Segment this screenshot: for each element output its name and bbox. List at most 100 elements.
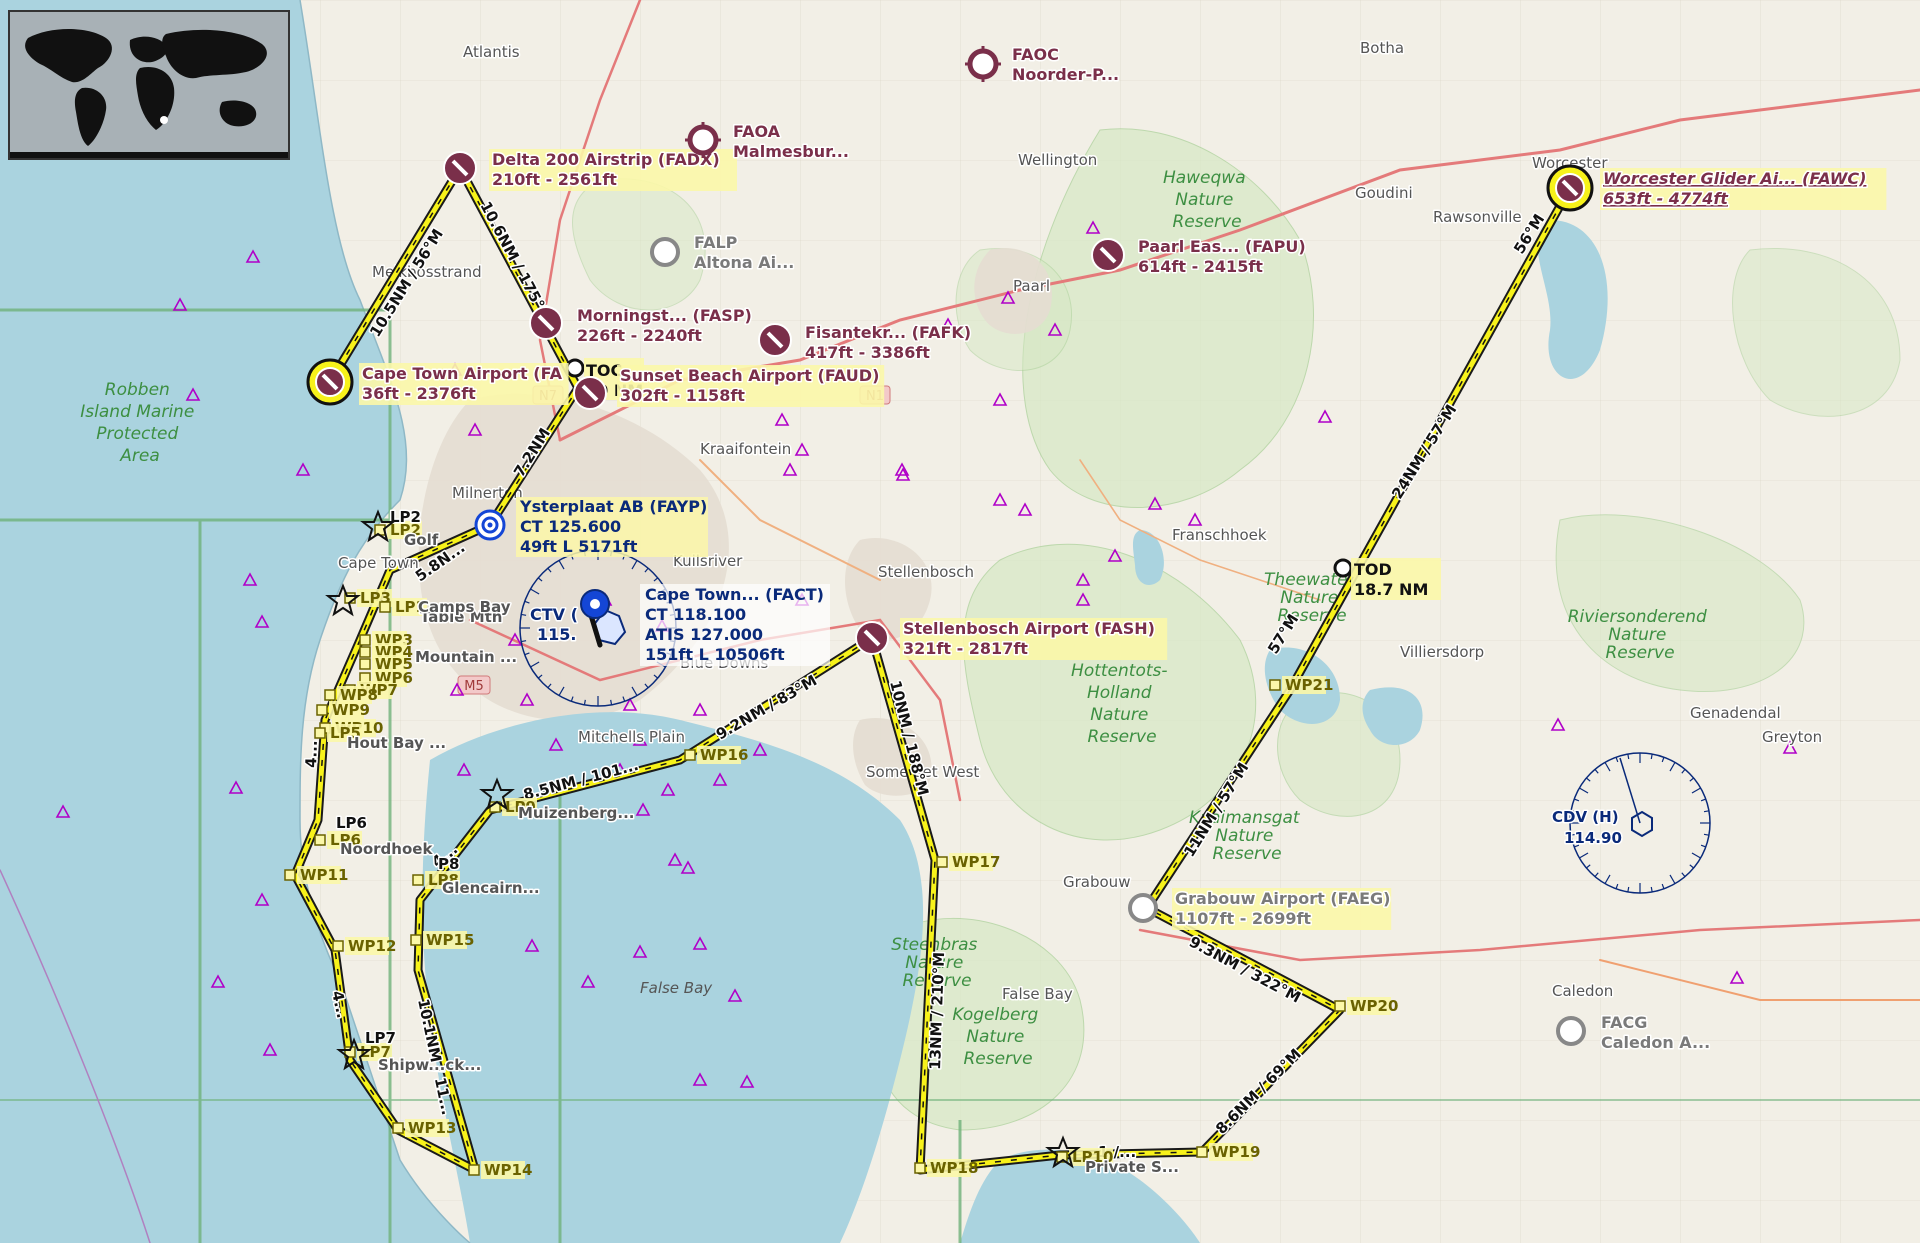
leg-label-16: 4... [302,740,321,768]
place-villiersdorp: Villiersdorp [1400,643,1484,661]
waypoint-square-icon [316,704,328,716]
airport-faud[interactable]: Sunset Beach Airport (FAUD)302ft - 1158f… [573,365,885,410]
airport-details: 1107ft - 2699ft [1175,909,1311,928]
place-shipwreck: Shipw...ck... [378,1056,481,1074]
place-caledon: Caledon [1552,982,1613,1000]
airport-name: Grabouw Airport (FAEG) [1175,889,1390,908]
place-franschhoek: Franschhoek [1172,526,1267,544]
airport-name: Sunset Beach Airport (FAUD) [620,366,879,385]
airport-details: Noorder-P... [1012,65,1119,84]
waypoint-label: WP18 [930,1159,978,1177]
waypoint-square-icon [324,689,336,701]
airport-details: 321ft - 2817ft [903,639,1028,658]
airport-name: FAOA [733,122,781,141]
place-hout-bay: Hout Bay ... [347,734,446,752]
waypoint-square-icon [410,934,422,946]
fact-runway: 151ft L 10506ft [645,645,785,664]
place-stellenbosch: Stellenbosch [878,563,974,581]
waypoint-label: WP12 [348,937,396,955]
waypoint-square-icon [284,869,296,881]
place-atlantis: Atlantis [463,43,520,61]
place-cape-town: Cape Town [338,554,419,572]
fact-atis-freq: ATIS 127.000 [645,625,763,644]
place-rawsonville: Rawsonville [1433,208,1522,226]
airport-name: Morningst... (FASP) [577,306,752,325]
airport-details: Altona Ai... [694,253,794,272]
flight-route-map[interactable]: N7 N1 M5 Atlantis Botha Wellington Goudi… [0,0,1920,1243]
ctv-label: CTV ( [530,605,578,624]
place-mountain: Mountain ... [415,648,517,666]
world-map-icon [10,12,288,158]
place-mitchells-plain: Mitchells Plain [578,728,685,746]
waypoint-square-icon [314,834,326,846]
waypoint-square-icon [359,634,371,646]
place-kraaifontein: Kraaifontein [700,440,791,458]
waypoint-label: WP16 [700,746,748,764]
place-greyton: Greyton [1762,728,1822,746]
place-noordhoek: Noordhoek [340,840,433,858]
world-overview-inset[interactable] [8,10,290,160]
airport-closed-icon [1128,893,1158,923]
airport-name: Delta 200 Airstrip (FADX) [492,150,720,169]
label-false-bay: False Bay [640,979,713,997]
airport-details: 226ft - 2240ft [577,326,702,345]
waypoint-label: WP13 [408,1119,456,1137]
airport-details: Malmesbur... [733,142,849,161]
cdv-label: CDV (H) [1552,808,1619,826]
airport-details: 210ft - 2561ft [492,170,617,189]
airport-unpaved-icon [687,124,719,156]
airport-details: 653ft - 4774ft [1603,189,1729,208]
fayp-name: Ysterplaat AB (FAYP) [519,497,707,516]
fact-ct-freq: CT 118.100 [645,605,746,624]
airport-name: Cape Town Airport (FA [362,364,563,383]
waypoint-square-icon [392,1122,404,1134]
waypoint-square-icon [332,940,344,952]
waypoint-tag: LP7 [365,1029,396,1047]
airport-closed-icon [1556,1016,1586,1046]
place-vier: False Bay [1002,985,1073,1003]
place-genadendal: Genadendal [1690,704,1781,722]
airport-fash[interactable]: Stellenbosch Airport (FASH)321ft - 2817f… [855,618,1168,660]
waypoint-square-icon [936,856,948,868]
airport-details: 36ft - 2376ft [362,384,476,403]
waypoint-label: WP9 [332,701,370,719]
airport-name: Fisantekr... (FAFK) [805,323,971,342]
fayp-freq: CT 125.600 [520,517,621,536]
place-glencairn: Glencairn... [442,879,540,897]
place-grabouw: Grabouw [1063,873,1130,891]
tod-label: TOD [1354,560,1392,579]
waypoint-tag: LP2 [390,508,421,526]
airport-name: FALP [694,233,738,252]
airport-details: Caledon A... [1601,1033,1710,1052]
place-goudini: Goudini [1355,184,1413,202]
waypoint-square-icon [359,658,371,670]
place-private-s: Private S... [1085,1158,1179,1176]
waypoint-label: WP14 [484,1161,532,1179]
waypoint-tag: P8 [438,855,459,873]
waypoint-square-icon [412,874,424,886]
place-botha: Botha [1360,39,1404,57]
airport-name: FAOC [1012,45,1059,64]
fayp-runway: 49ft L 5171ft [520,537,638,556]
airport-name: Paarl Eas... (FAPU) [1138,237,1306,256]
park-haweqwa: Haweqwa Nature Reserve [1163,168,1251,232]
airport-details: 614ft - 2415ft [1138,257,1263,276]
waypoint-tag: LP6 [336,814,367,832]
tod-distance: 18.7 NM [1354,580,1428,599]
place-camps-bay: Camps Bay [418,598,511,616]
waypoint-label: WP15 [426,931,474,949]
airport-name: Worcester Glider Ai... (FAWC) [1603,169,1866,188]
waypoint-square-icon [379,601,391,613]
place-wellington: Wellington [1018,151,1097,169]
cdv-freq: 114.90 [1564,829,1622,847]
place-muizenberg: Muizenberg... [518,804,634,822]
place-paarl: Paarl [1013,277,1050,295]
airport-closed-icon [650,237,680,267]
place-golf: Golf [404,531,439,549]
waypoint-square-icon [1196,1146,1208,1158]
road-shield-m5: M5 [464,679,484,694]
airport-name: Stellenbosch Airport (FASH) [903,619,1155,638]
waypoint-label: WP21 [1285,676,1333,694]
ctv-freq: 115. [537,625,576,644]
waypoint-label: WP20 [1350,997,1398,1015]
